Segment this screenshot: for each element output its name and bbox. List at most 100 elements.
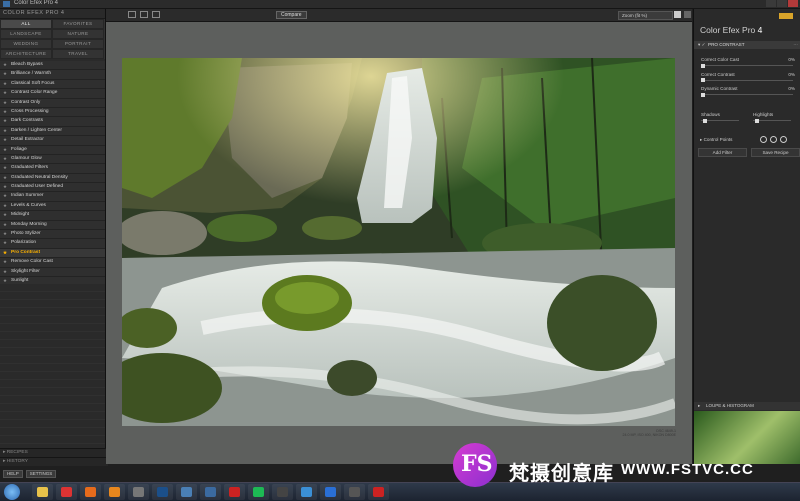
taskbar-record-icon[interactable] [368,484,389,500]
save-recipe-button[interactable]: Save Recipe [751,148,800,157]
slider-control[interactable]: Correct Color Cast 0% [694,55,800,69]
subtract-control-point-icon[interactable] [770,136,777,143]
favorite-star-icon[interactable]: ★ [3,268,7,276]
taskbar-app-icon[interactable] [272,484,293,500]
taskbar-opera-icon[interactable] [56,484,77,500]
close-button[interactable] [788,0,798,7]
compare-button[interactable]: Compare [276,11,307,19]
zoom-select[interactable]: Zoom (fit %) [618,11,673,20]
category-tab-wedding[interactable]: WEDDING [0,39,52,49]
favorite-star-icon[interactable]: ★ [3,230,7,238]
category-tab-architecture[interactable]: ARCHITECTURE [0,49,52,59]
favorite-star-icon[interactable]: ★ [3,99,7,107]
slider-track[interactable] [701,79,793,81]
filter-section-header[interactable]: ▾ ✓ PRO CONTRAST ⋯ [694,41,800,49]
filter-item[interactable]: ★ Monday Morning [0,220,105,231]
favorite-star-icon[interactable]: ★ [3,174,7,182]
preview-image[interactable] [122,58,675,426]
favorite-star-icon[interactable]: ★ [3,211,7,219]
favorite-star-icon[interactable]: ★ [3,192,7,200]
background-white-icon[interactable] [674,11,681,18]
filter-item[interactable]: ★ Darken / Lighten Center [0,126,105,137]
taskbar-folder-icon[interactable] [32,484,53,500]
control-point-visibility-icon[interactable] [780,136,787,143]
taskbar-photoshop-icon[interactable] [320,484,341,500]
taskbar-vlc-icon[interactable] [104,484,125,500]
filter-item[interactable]: ★ Brilliance / Warmth [0,70,105,80]
filter-item[interactable]: ★ Graduated Filters [0,164,105,174]
favorite-star-icon[interactable]: ★ [3,108,7,116]
history-section[interactable]: ▸ HISTORY [0,457,108,466]
taskbar-app-icon[interactable] [176,484,197,500]
slider-knob[interactable] [701,63,705,68]
favorite-star-icon[interactable]: ★ [3,258,7,266]
filter-item[interactable]: ★ Bleach Bypass [0,61,105,71]
settings-button[interactable]: SETTINGS [25,470,57,478]
filter-item[interactable]: ★ Graduated Neutral Density [0,173,105,184]
filter-item[interactable]: ★ Skylight Filter [0,267,105,277]
filter-item[interactable]: ★ Detail Extractor [0,136,105,146]
control-points-toggle[interactable]: ▸ Control Points [700,137,732,143]
favorite-star-icon[interactable]: ★ [3,70,7,78]
favorite-star-icon[interactable]: ★ [3,249,7,257]
filter-item[interactable]: ★ Levels & Curves [0,201,105,212]
taskbar-firefox-icon[interactable] [80,484,101,500]
recipes-section[interactable]: ▸ RECIPES [0,448,108,457]
category-tab-landscape[interactable]: LANDSCAPE [0,29,52,39]
highlights-slider-knob[interactable] [755,118,759,123]
add-filter-button[interactable]: Add Filter [698,148,747,157]
filter-item[interactable]: ★ Midnight [0,211,105,221]
filter-item[interactable]: ★ Pro Contrast [0,248,105,259]
taskbar-lightroom-icon[interactable] [296,484,317,500]
filter-item[interactable]: ★ Indian Summer [0,192,105,202]
filter-item[interactable]: ★ Classical Soft Focus [0,79,105,90]
minimize-button[interactable] [766,0,776,7]
single-view-icon[interactable] [128,11,136,18]
favorite-star-icon[interactable]: ★ [3,146,7,154]
shadows-slider-knob[interactable] [703,118,707,123]
favorite-star-icon[interactable]: ★ [3,89,7,97]
favorite-star-icon[interactable]: ★ [3,136,7,144]
help-button[interactable]: HELP [3,470,23,478]
section-expand-icon[interactable]: ▾ ✓ [698,41,705,49]
favorite-star-icon[interactable]: ★ [3,239,7,247]
filter-item[interactable]: ★ Polarization [0,239,105,249]
side-by-side-icon[interactable] [152,11,160,18]
slider-track[interactable] [701,65,793,66]
favorite-star-icon[interactable]: ★ [3,61,7,69]
taskbar-app-icon[interactable] [200,484,221,500]
slider-knob[interactable] [701,92,705,97]
slider-control[interactable]: Correct Contrast 0% [694,70,800,84]
category-tab-travel[interactable]: TRAVEL [52,49,104,59]
taskbar-app-icon[interactable] [344,484,365,500]
split-view-icon[interactable] [140,11,148,18]
taskbar-app-icon[interactable] [128,484,149,500]
section-options-icon[interactable]: ⋯ [793,41,798,49]
preview-canvas[interactable]: DSC 4649-1 24.0 MP, ISO 400, NIKON D800E [106,22,692,464]
category-tab-nature[interactable]: NATURE [52,29,104,39]
background-dark-icon[interactable] [684,11,691,18]
favorite-star-icon[interactable]: ★ [3,183,7,191]
start-button[interactable] [4,484,20,500]
maximize-button[interactable] [777,0,787,7]
slider-knob[interactable] [701,78,705,82]
favorite-star-icon[interactable]: ★ [3,127,7,135]
favorite-star-icon[interactable]: ★ [3,202,7,210]
loupe-section-header[interactable]: ▸ LOUPE & HISTOGRAM [694,402,800,410]
favorite-star-icon[interactable]: ★ [3,164,7,172]
slider-track[interactable] [701,94,793,95]
favorite-star-icon[interactable]: ★ [3,117,7,125]
filter-item[interactable]: ★ Dark Contrasts [0,117,105,127]
filter-item[interactable]: ★ Contrast Only [0,98,105,108]
filter-item[interactable]: ★ Glamour Glow [0,154,105,165]
add-control-point-icon[interactable] [760,136,767,143]
filter-item[interactable]: ★ Graduated User Defined [0,183,105,193]
favorite-star-icon[interactable]: ★ [3,155,7,163]
loupe-expand-icon[interactable]: ▸ [698,402,700,410]
taskbar-steam-icon[interactable] [152,484,173,500]
filter-item[interactable]: ★ Contrast Color Range [0,89,105,99]
filter-item[interactable]: ★ Photo Stylizer [0,230,105,240]
slider-control[interactable]: Dynamic Contrast 0% [694,84,800,98]
taskbar-spotify-icon[interactable] [248,484,269,500]
category-tab-all[interactable]: ALL [0,19,52,29]
